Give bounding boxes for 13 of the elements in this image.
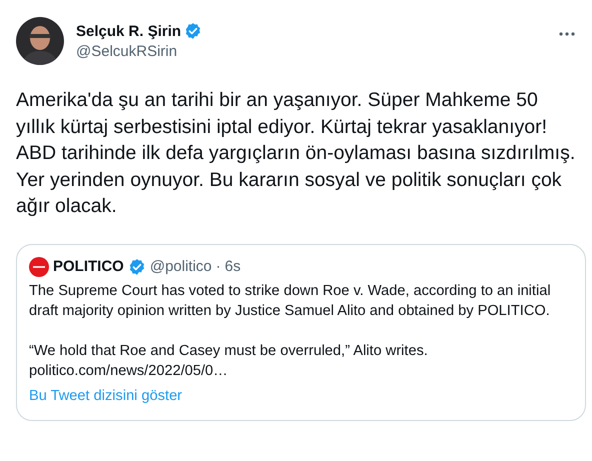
- timestamp: 6s: [224, 258, 241, 275]
- article-link[interactable]: politico.com/news/2022/05/0…: [29, 360, 573, 380]
- author-name[interactable]: Selçuk R. Şirin: [76, 22, 182, 40]
- avatar[interactable]: [16, 17, 64, 65]
- author-handle[interactable]: @SelcukRSirin: [76, 43, 546, 60]
- quoted-tweet-card[interactable]: [16, 244, 586, 420]
- separator: ·: [216, 258, 221, 275]
- logo-icon: [29, 256, 49, 276]
- quoted-tweet-text: The Supreme Court has voted to strike down Roe v. Wade, according to an initial draft majority opinion written by Justice Samuel Alito and obtained by POLITICO.: [29, 282, 552, 320]
- quoted-author-handle: @politico: [150, 258, 212, 275]
- tweet-text: Amerika'da şu an tarihi bir an yaşanıyor. Süper Mahkeme 50 yıllık kürtaj serbestisini iptal ediyor. Kürtaj tekrar yasaklanıyor! ABD tarihinde ilk defa yargıçların ön-oylaması basına sızdırılmış. Yer yerinden oynuyor. Bu kararın sosyal ve politik sonuçları çok ağır olacak.: [16, 88, 576, 219]
- quoted-author-name: POLITICO: [53, 258, 124, 275]
- quoted-tweet-text: “We hold that Roe and Casey must be overruled,” Alito writes.: [29, 342, 429, 360]
